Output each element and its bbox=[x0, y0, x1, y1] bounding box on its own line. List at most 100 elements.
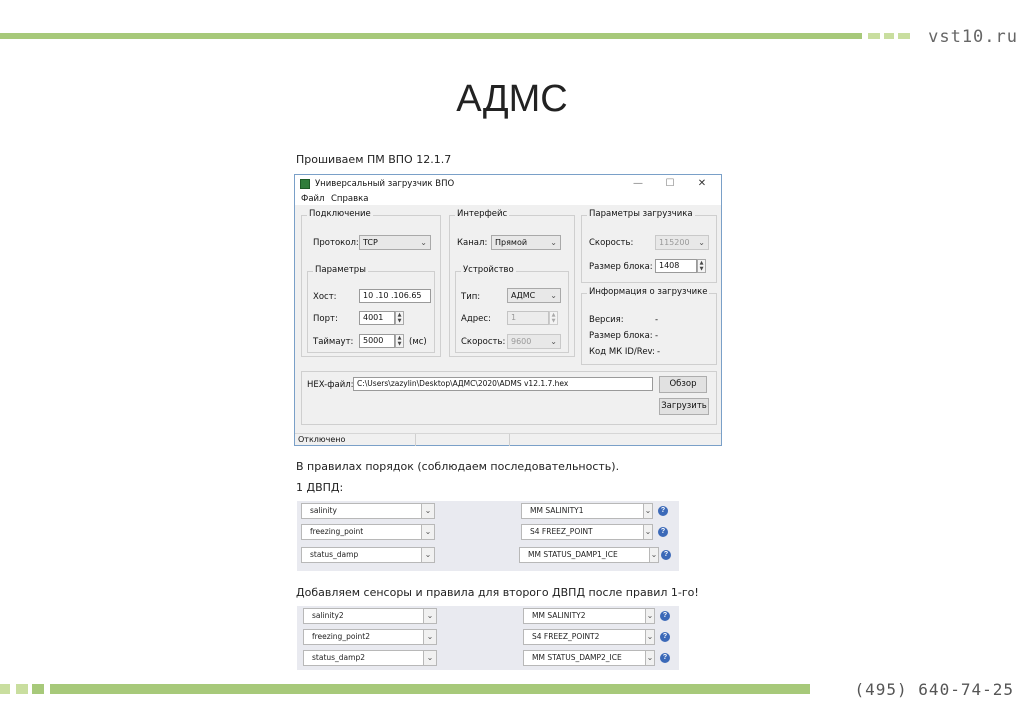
info-block-value: - bbox=[655, 331, 659, 341]
rules-panel-1: salinity ⌄ MM SALINITY1 ⌄ ? freezing_poi… bbox=[297, 501, 679, 571]
group-loader-info-title: Информация о загрузчике bbox=[587, 287, 710, 297]
sensor-select[interactable]: freezing_point bbox=[301, 524, 423, 540]
host-input[interactable]: 10 .10 .106.65 bbox=[359, 289, 431, 303]
chevron-down-icon[interactable]: ⌄ bbox=[643, 524, 653, 540]
chevron-down-icon[interactable]: ⌄ bbox=[643, 503, 653, 519]
version-label: Версия: bbox=[589, 315, 624, 325]
info-block-label: Размер блока: bbox=[589, 331, 653, 341]
loader-speed-select[interactable]: 115200 ⌄ bbox=[655, 235, 709, 250]
status-separator bbox=[509, 434, 510, 446]
group-device-title: Устройство bbox=[461, 265, 516, 275]
browse-button[interactable]: Обзор bbox=[659, 376, 707, 393]
connection-status: Отключено bbox=[298, 435, 346, 444]
maximize-button[interactable]: ☐ bbox=[657, 176, 683, 192]
close-button[interactable]: ✕ bbox=[689, 176, 715, 192]
top-accent-bar bbox=[0, 33, 862, 39]
help-icon[interactable]: ? bbox=[661, 550, 671, 560]
group-interface-title: Интерфейс bbox=[455, 209, 510, 219]
title-bar: Универсальный загрузчик ВПО — ☐ ✕ bbox=[295, 175, 721, 193]
channel-select[interactable]: Прямой ⌄ bbox=[491, 235, 561, 250]
timeout-stepper[interactable]: ▲ ▼ bbox=[395, 334, 404, 348]
device-speed-label: Скорость: bbox=[461, 337, 506, 347]
chevron-down-icon[interactable]: ⌄ bbox=[645, 650, 655, 666]
chevron-down-icon: ⌄ bbox=[550, 337, 557, 346]
mk-code-label: Код МК ID/Rev: bbox=[589, 347, 655, 357]
top-accent-square bbox=[884, 33, 894, 39]
chevron-down-icon: ⌄ bbox=[550, 291, 557, 300]
caption-dvpd1: 1 ДВПД: bbox=[296, 481, 344, 494]
app-icon bbox=[300, 179, 310, 189]
channel-label: Канал: bbox=[457, 238, 488, 248]
block-size-input[interactable]: 1408 bbox=[655, 259, 697, 273]
chevron-down-icon[interactable]: ⌄ bbox=[645, 608, 655, 624]
chevron-down-icon[interactable]: ⌄ bbox=[645, 629, 655, 645]
chevron-down-icon[interactable]: ⌄ bbox=[421, 503, 435, 519]
help-icon[interactable]: ? bbox=[658, 527, 668, 537]
chevron-down-icon[interactable]: ⌄ bbox=[423, 608, 437, 624]
rule-select[interactable]: MM SALINITY2 bbox=[523, 608, 647, 624]
protocol-select[interactable]: TCP ⌄ bbox=[359, 235, 431, 250]
chevron-down-icon[interactable]: ⌄ bbox=[649, 547, 659, 563]
loader-window: Универсальный загрузчик ВПО — ☐ ✕ Файл С… bbox=[294, 174, 722, 446]
top-accent-square bbox=[868, 33, 880, 39]
type-select[interactable]: АДМС ⌄ bbox=[507, 288, 561, 303]
address-stepper[interactable]: ▲ ▼ bbox=[549, 311, 558, 325]
address-input[interactable]: 1 bbox=[507, 311, 549, 325]
group-connection-title: Подключение bbox=[307, 209, 373, 219]
status-separator bbox=[415, 434, 416, 446]
rule-select[interactable]: MM STATUS_DAMP2_ICE bbox=[523, 650, 647, 666]
sensor-select[interactable]: freezing_point2 bbox=[303, 629, 425, 645]
phone-number: (495) 640-74-25 bbox=[854, 680, 1014, 699]
minimize-button[interactable]: — bbox=[625, 176, 651, 192]
bottom-accent-square bbox=[32, 684, 44, 694]
timeout-input[interactable]: 5000 bbox=[359, 334, 395, 348]
caption-dvpd2: Добавляем сенсоры и правила для второго … bbox=[296, 586, 699, 599]
device-speed-select[interactable]: 9600 ⌄ bbox=[507, 334, 561, 349]
top-accent-square bbox=[898, 33, 910, 39]
port-input[interactable]: 4001 bbox=[359, 311, 395, 325]
loader-speed-label: Скорость: bbox=[589, 238, 634, 248]
hex-path-input[interactable]: C:\Users\zazylin\Desktop\АДМС\2020\ADMS … bbox=[353, 377, 653, 391]
sensor-select[interactable]: status_damp2 bbox=[303, 650, 425, 666]
port-stepper[interactable]: ▲ ▼ bbox=[395, 311, 404, 325]
load-button[interactable]: Загрузить bbox=[659, 398, 709, 415]
bottom-accent-square bbox=[16, 684, 28, 694]
bottom-accent-square bbox=[0, 684, 10, 694]
version-value: - bbox=[655, 315, 659, 325]
hex-label: HEX-файл: bbox=[307, 380, 354, 390]
address-label: Адрес: bbox=[461, 314, 491, 324]
sensor-select[interactable]: salinity2 bbox=[303, 608, 425, 624]
menu-file[interactable]: Файл bbox=[301, 194, 324, 204]
sensor-select[interactable]: status_damp bbox=[301, 547, 423, 563]
block-size-stepper[interactable]: ▲ ▼ bbox=[697, 259, 706, 273]
host-label: Хост: bbox=[313, 292, 337, 302]
slide-title: АДМС bbox=[456, 78, 568, 120]
rule-select[interactable]: MM SALINITY1 bbox=[521, 503, 645, 519]
status-bar: Отключено bbox=[295, 433, 721, 446]
block-size-label: Размер блока: bbox=[589, 262, 653, 272]
help-icon[interactable]: ? bbox=[658, 506, 668, 516]
protocol-label: Протокол: bbox=[313, 238, 359, 248]
chevron-down-icon[interactable]: ⌄ bbox=[423, 629, 437, 645]
rule-select[interactable]: MM STATUS_DAMP1_ICE bbox=[519, 547, 651, 563]
timeout-unit: (мс) bbox=[409, 337, 427, 347]
chevron-down-icon[interactable]: ⌄ bbox=[421, 547, 435, 563]
menu-help[interactable]: Справка bbox=[331, 194, 368, 204]
help-icon[interactable]: ? bbox=[660, 632, 670, 642]
timeout-label: Таймаут: bbox=[313, 337, 354, 347]
chevron-down-icon[interactable]: ⌄ bbox=[423, 650, 437, 666]
help-icon[interactable]: ? bbox=[660, 653, 670, 663]
bottom-accent-bar bbox=[50, 684, 810, 694]
chevron-down-icon[interactable]: ⌄ bbox=[421, 524, 435, 540]
chevron-down-icon: ⌄ bbox=[550, 238, 557, 247]
caption-rules-order: В правилах порядок (соблюдаем последоват… bbox=[296, 460, 620, 473]
menu-bar: Файл Справка bbox=[295, 193, 721, 205]
window-title: Универсальный загрузчик ВПО bbox=[315, 179, 455, 189]
chevron-down-icon: ⌄ bbox=[420, 238, 427, 247]
sensor-select[interactable]: salinity bbox=[301, 503, 423, 519]
rules-panel-2: salinity2 ⌄ MM SALINITY2 ⌄ ? freezing_po… bbox=[297, 606, 679, 670]
rule-select[interactable]: S4 FREEZ_POINT bbox=[521, 524, 645, 540]
help-icon[interactable]: ? bbox=[660, 611, 670, 621]
rule-select[interactable]: S4 FREEZ_POINT2 bbox=[523, 629, 647, 645]
site-url: vst10.ru bbox=[928, 27, 1018, 47]
